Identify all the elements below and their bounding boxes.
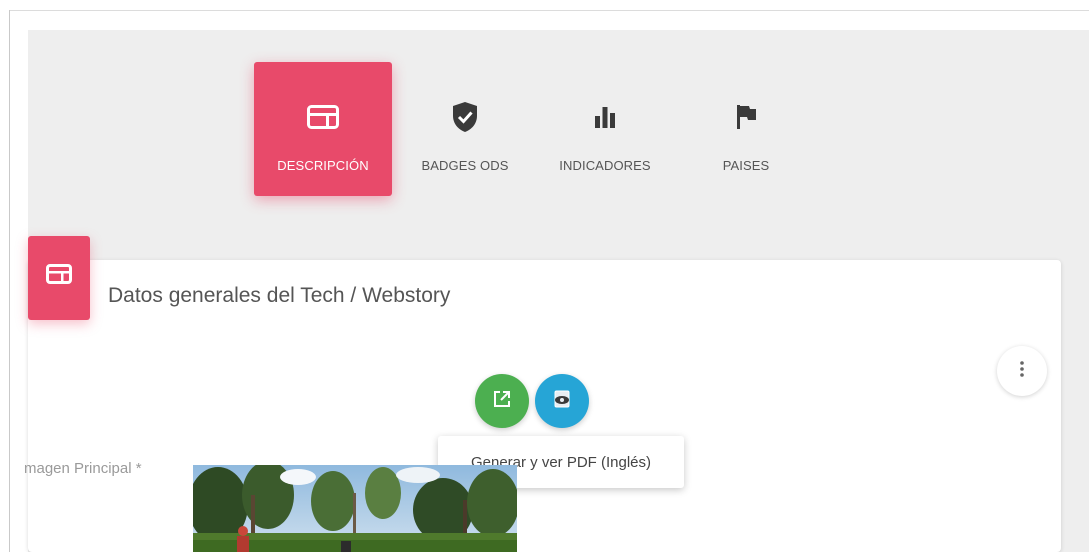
tab-label: BADGES ODS	[421, 158, 509, 173]
card-title: Datos generales del Tech / Webstory	[108, 284, 451, 307]
tab-paises[interactable]: PAISES	[700, 62, 792, 196]
generate-pdf-button[interactable]	[535, 374, 589, 428]
flag-icon	[734, 102, 758, 132]
window-top-border	[9, 10, 1089, 11]
card-icon	[46, 264, 72, 289]
tab-badges-ods[interactable]: BADGES ODS	[410, 62, 520, 196]
tab-descripcion[interactable]: DESCRIPCIÓN	[254, 62, 392, 196]
card-icon	[307, 102, 339, 132]
bar-chart-icon	[592, 102, 618, 132]
main-image-preview[interactable]	[193, 465, 517, 552]
open-external-button[interactable]	[475, 374, 529, 428]
tab-indicadores[interactable]: INDICADORES	[548, 62, 662, 196]
tab-label: PAISES	[722, 158, 770, 173]
open-external-icon	[492, 389, 512, 414]
more-vert-icon	[1019, 360, 1025, 383]
image-field-label: magen Principal *	[24, 460, 142, 477]
card-header-icon-box	[28, 236, 90, 320]
more-options-button[interactable]	[997, 346, 1047, 396]
pdf-eye-icon	[551, 389, 573, 414]
window-left-border	[9, 10, 10, 552]
shield-check-icon	[451, 102, 479, 132]
tab-label: INDICADORES	[559, 158, 651, 173]
tab-label: DESCRIPCIÓN	[277, 158, 369, 173]
